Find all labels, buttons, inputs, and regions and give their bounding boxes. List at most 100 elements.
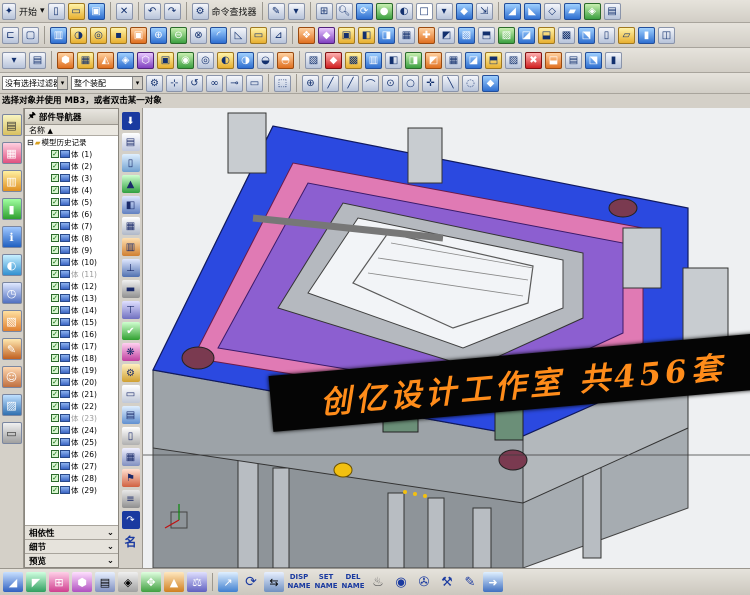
tree-item[interactable]: ✓ 体 (18) — [25, 352, 118, 364]
point-arrow-icon[interactable]: ↗ — [218, 572, 238, 592]
save-icon[interactable]: ▣ — [87, 2, 105, 20]
tree-item[interactable]: ✓ 体 (29) — [25, 484, 118, 496]
measure-tool-icon[interactable]: ⚖ — [187, 572, 207, 592]
tree-item[interactable]: ✓ 体 (20) — [25, 376, 118, 388]
graphics-viewport[interactable]: 创亿设计工作室 共456套 — [143, 108, 750, 568]
tool-icon[interactable]: ⚒ — [437, 572, 457, 592]
tree-item[interactable]: ✓ 体 (14) — [25, 304, 118, 316]
refresh-icon[interactable]: ⟳ — [241, 572, 261, 592]
visibility-checkbox[interactable]: ✓ — [51, 150, 59, 158]
wrench-icon[interactable]: ✇ — [414, 572, 434, 592]
web-browser-icon[interactable]: ◐ — [1, 254, 22, 276]
visibility-checkbox[interactable]: ✓ — [51, 414, 59, 422]
surface-patch-icon[interactable]: ◤ — [26, 572, 46, 592]
visibility-checkbox[interactable]: ✓ — [51, 402, 59, 410]
tree-item[interactable]: ✓ 体 (1) — [25, 148, 118, 160]
tree-item[interactable]: ✓ 体 (6) — [25, 208, 118, 220]
layout-icon[interactable]: ▾ — [2, 51, 26, 69]
set-name-button[interactable]: SET NAME — [314, 571, 338, 593]
intersect-icon[interactable]: ⊗ — [190, 26, 207, 44]
mirror-icon[interactable]: ⇆ — [264, 572, 284, 592]
visibility-checkbox[interactable]: ✓ — [51, 426, 59, 434]
mold-tool-icon-5[interactable]: ◨ — [378, 26, 395, 44]
section-dependencies[interactable]: 相依性 ⌄ — [25, 525, 118, 539]
command-finder-icon[interactable]: ⚙ — [191, 2, 209, 20]
link-icon[interactable]: ⊸ — [226, 74, 243, 92]
chain-icon[interactable]: ∞ — [206, 74, 223, 92]
background-icon[interactable]: □ — [415, 2, 433, 20]
surface-icon-2[interactable]: ◣ — [523, 2, 541, 20]
tree-item[interactable]: ✓ 体 (2) — [25, 160, 118, 172]
parting-icon-8[interactable]: ▦ — [445, 51, 462, 69]
mold-wizard-icon-3[interactable]: ◭ — [97, 51, 114, 69]
del-name-button[interactable]: DEL NAME — [341, 571, 365, 593]
mold-wizard-icon-11[interactable]: ◒ — [257, 51, 274, 69]
name-icon[interactable]: 名 — [122, 532, 140, 550]
palette-icon[interactable]: ▧ — [1, 310, 22, 332]
edit-icon[interactable]: ✎ — [267, 2, 285, 20]
revolve-icon[interactable]: ◑ — [70, 26, 87, 44]
system-scenes-icon[interactable]: ▨ — [1, 394, 22, 416]
tree-item[interactable]: ✓ 体 (17) — [25, 340, 118, 352]
mold-wizard-icon-10[interactable]: ◑ — [237, 51, 254, 69]
boss-icon[interactable]: ▪ — [110, 26, 127, 44]
new-file-icon[interactable]: ▯ — [47, 2, 65, 20]
tree-item[interactable]: ✓ 体 (12) — [25, 280, 118, 292]
pocket-icon[interactable]: ▣ — [130, 26, 147, 44]
sketch-curve-icon[interactable]: ◢ — [3, 572, 23, 592]
snap-center-icon[interactable]: ⊙ — [382, 74, 399, 92]
roles-icon[interactable]: ☺ — [1, 366, 22, 388]
mold-tool-icon-3[interactable]: ▣ — [338, 26, 355, 44]
tree-item[interactable]: ✓ 体 (9) — [25, 244, 118, 256]
hole-icon[interactable]: ◎ — [90, 26, 107, 44]
tree-item[interactable]: ✓ 体 (28) — [25, 472, 118, 484]
layer-settings-icon[interactable]: ▤ — [95, 572, 115, 592]
open-folder-icon[interactable]: ▭ — [67, 2, 85, 20]
tree-item[interactable]: ✓ 体 (5) — [25, 196, 118, 208]
visibility-checkbox[interactable]: ✓ — [51, 282, 59, 290]
surface-icon-3[interactable]: ◇ — [543, 2, 561, 20]
ejector-icon[interactable]: ⊥ — [121, 259, 140, 277]
tree-item[interactable]: ✓ 体 (23) — [25, 412, 118, 424]
chamfer-icon[interactable]: ◺ — [230, 26, 247, 44]
visualization-icon[interactable]: ▭ — [1, 422, 22, 444]
mold-tool-icon-8[interactable]: ◩ — [438, 26, 455, 44]
snap-curve-icon[interactable]: ⌒ — [362, 74, 379, 92]
snap-existing-icon[interactable]: ◌ — [462, 74, 479, 92]
datum-icon[interactable]: ▢ — [22, 26, 39, 44]
parting-icon-7[interactable]: ◩ — [425, 51, 442, 69]
mold-wizard-icon-4[interactable]: ◈ — [117, 51, 134, 69]
disp-name-button[interactable]: DISP NAME — [287, 571, 311, 593]
plate-icon[interactable]: ▬ — [121, 280, 140, 298]
mold-tool-icon-1[interactable]: ❖ — [298, 26, 315, 44]
tree-item[interactable]: ✓ 体 (26) — [25, 448, 118, 460]
visibility-checkbox[interactable]: ✓ — [51, 486, 59, 494]
mold-tool-icon-16[interactable]: ▯ — [598, 26, 615, 44]
undo-icon[interactable]: ↶ — [143, 2, 161, 20]
parting-icon-14[interactable]: ▤ — [565, 51, 582, 69]
coordinate-icon[interactable]: ✥ — [141, 572, 161, 592]
tree-item[interactable]: ✓ 体 (3) — [25, 172, 118, 184]
view-menu-icon[interactable]: ▾ — [287, 2, 305, 20]
snap-3d-icon[interactable]: ◆ — [482, 74, 499, 92]
constraint-navigator-icon[interactable]: ▦ — [1, 142, 22, 164]
arrow-right-icon[interactable]: ➜ — [483, 572, 503, 592]
tree-item[interactable]: ✓ 体 (24) — [25, 424, 118, 436]
parting-icon-10[interactable]: ⬒ — [485, 51, 502, 69]
split-icon[interactable]: ◧ — [121, 196, 140, 214]
mold-wizard-icon-8[interactable]: ◎ — [197, 51, 214, 69]
tree-item[interactable]: ✓ 体 (16) — [25, 328, 118, 340]
zoom-icon[interactable]: 🔍︎ — [335, 2, 353, 20]
tree-item[interactable]: ✓ 体 (25) — [25, 436, 118, 448]
sketch-icon[interactable]: ⊏ — [2, 26, 19, 44]
mold-tool-icon-9[interactable]: ▧ — [458, 26, 475, 44]
selection-scope-dropdown[interactable]: 整个装配 ▾ — [71, 76, 143, 90]
mold-tool-icon-7[interactable]: ✚ — [418, 26, 435, 44]
parting-icon-16[interactable]: ▮ — [605, 51, 622, 69]
mold-tool-icon-19[interactable]: ◫ — [658, 26, 675, 44]
parting-icon-11[interactable]: ▨ — [505, 51, 522, 69]
filter-icon[interactable]: ⚙ — [146, 74, 163, 92]
visibility-checkbox[interactable]: ✓ — [51, 354, 59, 362]
visibility-checkbox[interactable]: ✓ — [51, 318, 59, 326]
mold-tool-icon-13[interactable]: ⬓ — [538, 26, 555, 44]
